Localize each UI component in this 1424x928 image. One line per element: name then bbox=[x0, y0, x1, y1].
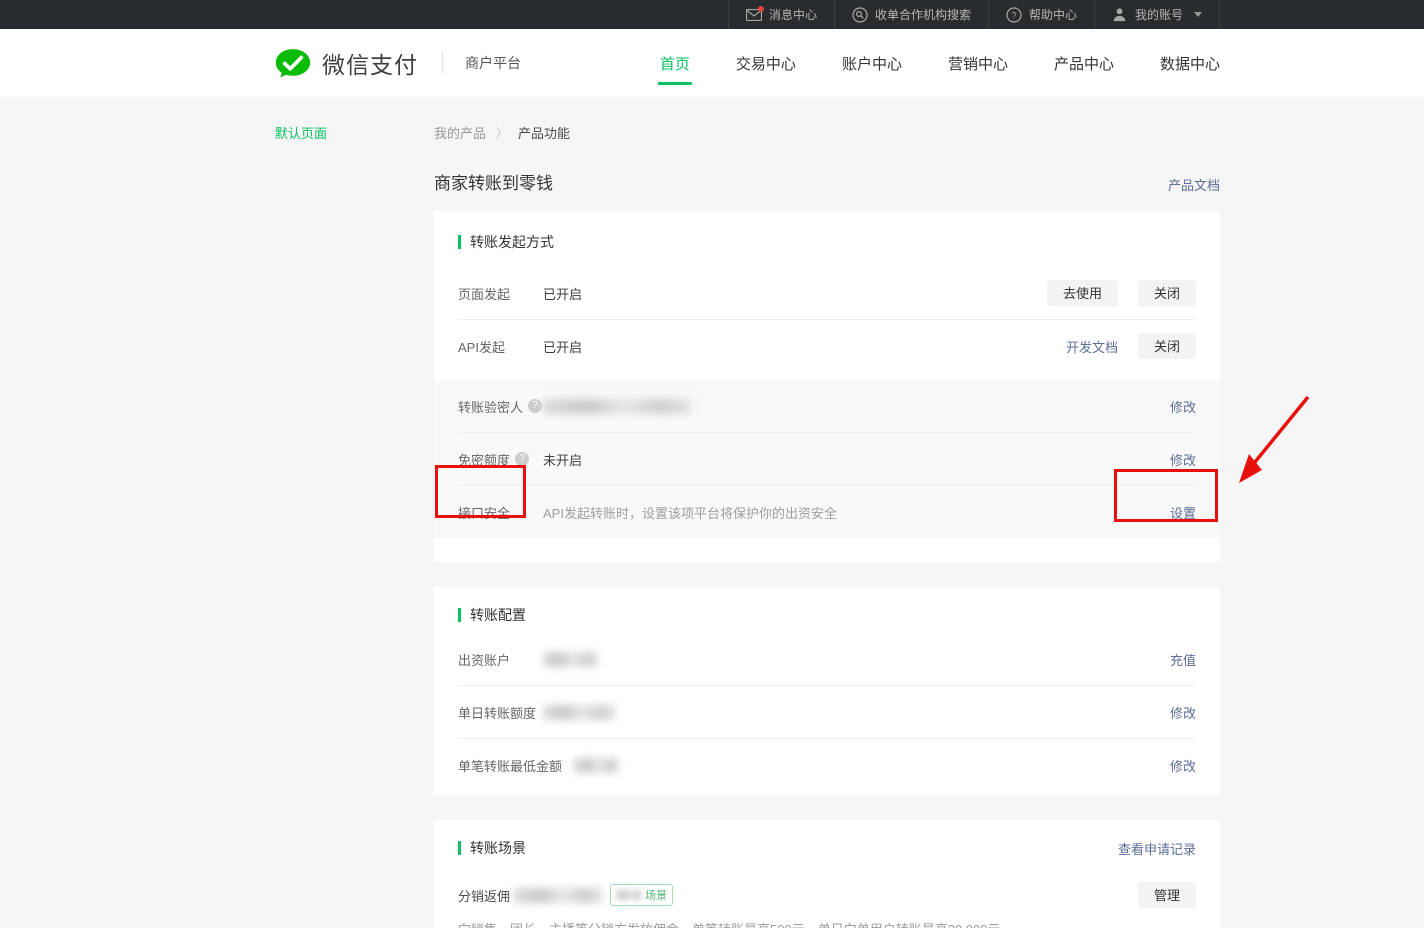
card-transfer-initiation: 转账发起方式 页面发起 已开启 去使用 关闭 API发起 已开启 开发文档 关闭 bbox=[434, 211, 1220, 562]
section-accent-bar bbox=[458, 608, 461, 622]
redacted-value bbox=[543, 652, 598, 667]
product-doc-link[interactable]: 产品文档 bbox=[1168, 175, 1220, 194]
row-funding-account: 出资账户 充值 bbox=[434, 633, 1220, 685]
redacted-value bbox=[543, 399, 691, 414]
row-no-pin-quota: 免密额度 ? 未开启 修改 bbox=[434, 433, 1220, 485]
question-icon: ? bbox=[1006, 7, 1022, 23]
top-utility-bar: 消息中心 收单合作机构搜索 ? 帮助中心 我的账号 bbox=[0, 0, 1424, 29]
brand-divider bbox=[442, 53, 443, 73]
close-api-initiate-button[interactable]: 关闭 bbox=[1138, 333, 1196, 359]
row-transfer-verifier: 转账验密人 ? 修改 bbox=[434, 380, 1220, 432]
row-page-initiate: 页面发起 已开启 去使用 关闭 bbox=[434, 267, 1220, 319]
close-page-initiate-button[interactable]: 关闭 bbox=[1138, 280, 1196, 306]
brand-name: 微信支付 bbox=[322, 46, 418, 80]
row-label: 接口安全 bbox=[458, 503, 543, 522]
section-title-scene: 转账场景 查看申请记录 bbox=[434, 820, 1220, 858]
modify-quota-link[interactable]: 修改 bbox=[1170, 450, 1196, 469]
user-icon bbox=[1112, 7, 1128, 23]
card-transfer-config: 转账配置 出资账户 充值 单日转账额度 修改 单笔转账最低金额 bbox=[434, 587, 1220, 795]
merchant-platform-page: 消息中心 收单合作机构搜索 ? 帮助中心 我的账号 bbox=[0, 0, 1424, 928]
site-header: 微信支付 商户平台 首页 交易中心 账户中心 营销中心 产品中心 数据中心 bbox=[0, 29, 1424, 97]
mail-icon bbox=[746, 7, 762, 23]
section-accent-bar bbox=[458, 841, 461, 855]
main-content: 我的产品 〉 产品功能 商家转账到零钱 产品文档 转账发起方式 页面发起 已开启… bbox=[434, 118, 1220, 928]
section-title-config: 转账配置 bbox=[434, 587, 1220, 625]
go-use-button[interactable]: 去使用 bbox=[1047, 280, 1118, 306]
redacted-value bbox=[574, 758, 619, 773]
row-label: 单日转账额度 bbox=[458, 703, 543, 722]
modify-min-amount-link[interactable]: 修改 bbox=[1170, 756, 1196, 775]
scene-badge: 场景 bbox=[610, 884, 673, 906]
row-api-initiate: API发起 已开启 开发文档 关闭 bbox=[434, 320, 1220, 372]
row-label: 单笔转账最低金额 bbox=[458, 756, 562, 775]
row-status: 已开启 bbox=[543, 337, 582, 356]
scene-badge-label: 场景 bbox=[645, 887, 667, 903]
wechat-pay-logo-icon bbox=[274, 48, 312, 79]
dev-doc-link[interactable]: 开发文档 bbox=[1066, 337, 1118, 356]
sidebar-item-default-page[interactable]: 默认页面 bbox=[275, 123, 327, 142]
scene-description: 向销售、团长、主播等分销方发放佣金，单笔转账最高500元，单日向单用户转账最高2… bbox=[434, 919, 1220, 928]
breadcrumb-separator-icon: 〉 bbox=[496, 124, 508, 141]
row-api-security: 接口安全 API发起转账时，设置该项平台将保护你的出资安全 设置 bbox=[434, 486, 1220, 538]
scene-name: 分销返佣 bbox=[458, 886, 510, 905]
api-settings-block: 转账验密人 ? 修改 免密额度 ? 未开启 修改 bbox=[434, 380, 1220, 538]
page-title: 商家转账到零钱 bbox=[434, 169, 553, 194]
recharge-link[interactable]: 充值 bbox=[1170, 650, 1196, 669]
nav-account-center[interactable]: 账户中心 bbox=[842, 29, 902, 97]
acquirer-search-menu[interactable]: 收单合作机构搜索 bbox=[834, 0, 988, 29]
notification-dot bbox=[758, 6, 764, 12]
message-center-menu[interactable]: 消息中心 bbox=[728, 0, 834, 29]
page-title-row: 商家转账到零钱 产品文档 bbox=[434, 169, 1220, 194]
help-center-menu[interactable]: ? 帮助中心 bbox=[988, 0, 1094, 29]
my-account-label: 我的账号 bbox=[1135, 6, 1183, 23]
row-status: 已开启 bbox=[543, 284, 582, 303]
redacted-value bbox=[616, 890, 642, 900]
row-label: 出资账户 bbox=[458, 650, 543, 669]
breadcrumb: 我的产品 〉 产品功能 bbox=[434, 123, 1220, 142]
svg-text:?: ? bbox=[1011, 10, 1016, 20]
nav-marketing-center[interactable]: 营销中心 bbox=[948, 29, 1008, 97]
section-title-initiation: 转账发起方式 bbox=[434, 211, 1220, 252]
redacted-value bbox=[514, 888, 602, 903]
search-icon bbox=[852, 7, 868, 23]
view-application-records-link[interactable]: 查看申请记录 bbox=[1118, 839, 1196, 858]
row-status: 未开启 bbox=[543, 450, 582, 469]
nav-product-center[interactable]: 产品中心 bbox=[1054, 29, 1114, 97]
nav-transaction-center[interactable]: 交易中心 bbox=[736, 29, 796, 97]
breadcrumb-current: 产品功能 bbox=[518, 123, 570, 142]
row-label: 免密额度 ? bbox=[458, 450, 543, 469]
help-icon[interactable]: ? bbox=[528, 399, 542, 413]
platform-name: 商户平台 bbox=[465, 53, 521, 73]
card-transfer-scene: 转账场景 查看申请记录 分销返佣 场景 管理 向销售、团长、主播等分销方发放佣金… bbox=[434, 820, 1220, 928]
row-daily-limit: 单日转账额度 修改 bbox=[434, 686, 1220, 738]
section-accent-bar bbox=[458, 235, 461, 249]
setup-security-link[interactable]: 设置 bbox=[1170, 503, 1196, 522]
row-min-amount: 单笔转账最低金额 修改 bbox=[434, 739, 1220, 791]
row-description: API发起转账时，设置该项平台将保护你的出资安全 bbox=[543, 503, 837, 522]
help-icon[interactable]: ? bbox=[515, 452, 529, 466]
breadcrumb-parent[interactable]: 我的产品 bbox=[434, 123, 486, 142]
row-label: 页面发起 bbox=[458, 284, 543, 303]
acquirer-search-label: 收单合作机构搜索 bbox=[875, 6, 971, 23]
my-account-menu[interactable]: 我的账号 bbox=[1094, 0, 1220, 29]
brand: 微信支付 商户平台 bbox=[274, 29, 521, 97]
section-title-text: 转账配置 bbox=[470, 605, 526, 625]
annotation-arrow bbox=[1228, 390, 1318, 495]
nav-data-center[interactable]: 数据中心 bbox=[1160, 29, 1220, 97]
help-center-label: 帮助中心 bbox=[1029, 6, 1077, 23]
section-title-text: 转账发起方式 bbox=[470, 232, 554, 252]
section-title-text: 转账场景 bbox=[470, 838, 526, 858]
nav-home[interactable]: 首页 bbox=[660, 29, 690, 97]
row-label: API发起 bbox=[458, 337, 543, 356]
manage-button[interactable]: 管理 bbox=[1138, 882, 1196, 908]
message-center-label: 消息中心 bbox=[769, 6, 817, 23]
main-nav: 首页 交易中心 账户中心 营销中心 产品中心 数据中心 bbox=[660, 29, 1220, 97]
chevron-down-icon bbox=[1194, 12, 1202, 17]
row-distribution-commission: 分销返佣 场景 管理 bbox=[434, 872, 1220, 918]
modify-daily-limit-link[interactable]: 修改 bbox=[1170, 703, 1196, 722]
row-label: 转账验密人 ? bbox=[458, 397, 543, 416]
redacted-value bbox=[543, 705, 615, 720]
modify-verifier-link[interactable]: 修改 bbox=[1170, 397, 1196, 416]
